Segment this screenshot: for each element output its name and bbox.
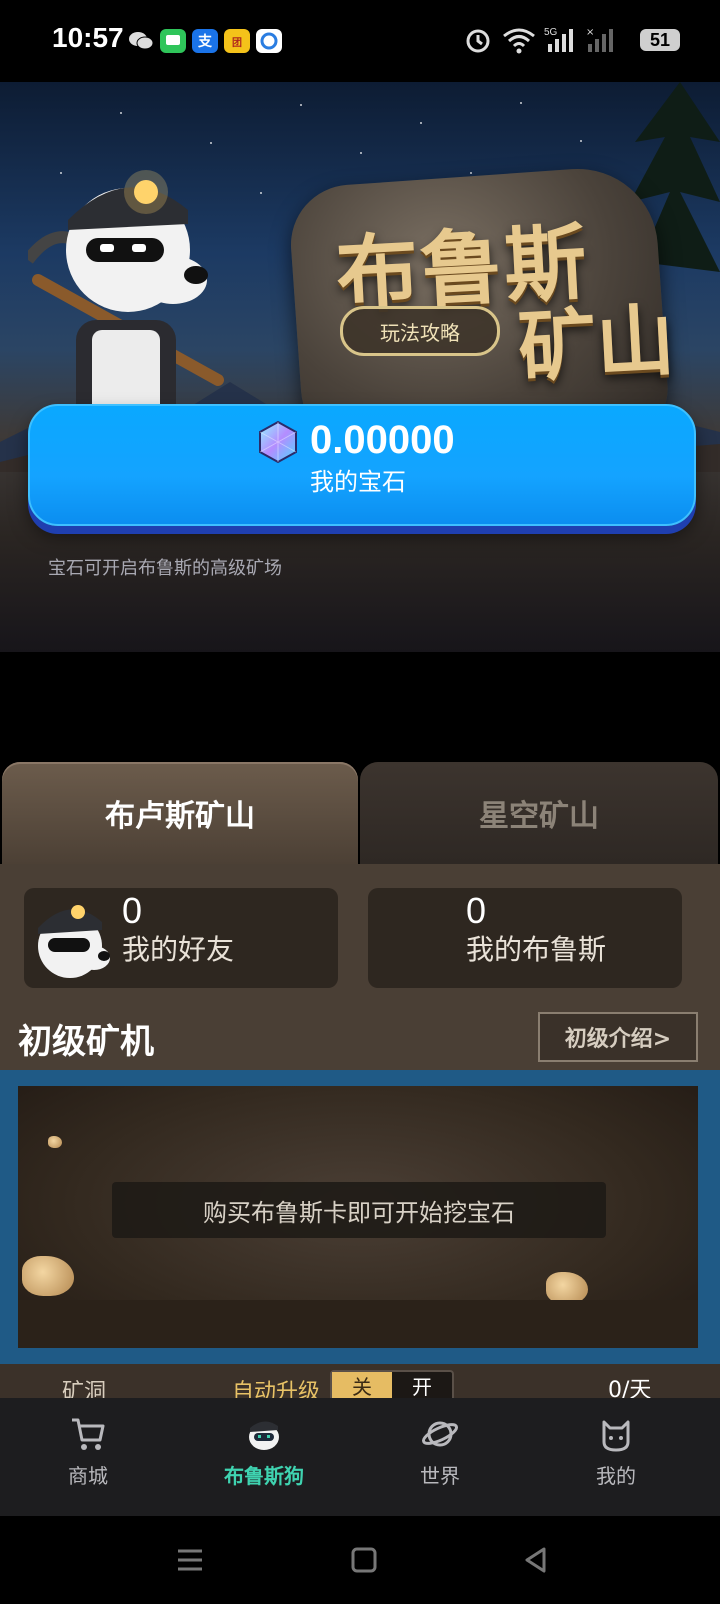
nav-label-bruce-dog: 布鲁斯狗 [224, 1464, 304, 1488]
my-bruce-card[interactable]: 0 我的布鲁斯 [368, 888, 682, 988]
nav-item-shop[interactable]: 商城 [28, 1414, 148, 1489]
home-icon[interactable] [350, 1546, 378, 1574]
friends-card[interactable]: 0 我的好友 [24, 888, 338, 988]
control-row: 矿洞 自动升级 关 开 0/天 [0, 1364, 720, 1405]
friends-count: 0 [122, 890, 143, 931]
security-icon [256, 29, 282, 53]
battery-indicator: 51 [640, 29, 680, 51]
app-icon: 团 [224, 29, 250, 53]
ore-left [22, 1256, 74, 1296]
mine-cave: 购买布鲁斯卡即可开始挖宝石 [18, 1086, 698, 1348]
mine-message: 购买布鲁斯卡即可开始挖宝石 [112, 1182, 606, 1238]
intro-button[interactable]: 初级介绍> [538, 1012, 698, 1062]
nav-label-shop: 商城 [68, 1464, 108, 1488]
my-gems-card[interactable]: 0.00000 我的宝石 [28, 404, 696, 526]
nav-item-profile[interactable]: 我的 [556, 1414, 676, 1489]
svg-text:×: × [586, 27, 594, 38]
gem-label: 我的宝石 [310, 468, 406, 496]
gem-hint: 宝石可开启布鲁斯的高级矿场 [48, 558, 282, 579]
bruce-count: 0 [466, 890, 487, 931]
signal-icon: 5G [544, 26, 578, 58]
hero-subtitle: 矿山 [516, 294, 677, 395]
tab-starry-mine[interactable]: 星空矿山 [360, 762, 718, 864]
alarm-icon [464, 26, 492, 58]
bruce-label: 我的布鲁斯 [466, 933, 607, 966]
gem-balance: 0.00000 [310, 418, 455, 462]
nav-label-profile: 我的 [596, 1464, 636, 1488]
clock: 10:57 [52, 22, 124, 53]
ore-small [48, 1136, 62, 1148]
profile-icon [602, 1420, 630, 1452]
gem-icon [259, 420, 297, 464]
bottom-nav: 商城 布鲁斯狗 世界 我的 [0, 1398, 720, 1516]
back-icon[interactable] [522, 1546, 550, 1574]
mine-floor [18, 1300, 698, 1348]
mine-scene: 购买布鲁斯卡即可开始挖宝石 [0, 1070, 720, 1364]
planet-icon [421, 1421, 459, 1447]
svg-text:5G: 5G [544, 27, 558, 38]
tab-bruce-mine[interactable]: 布卢斯矿山 [2, 762, 358, 864]
messages-icon [160, 29, 186, 53]
system-nav-bar [0, 1516, 720, 1604]
menu-icon[interactable] [176, 1546, 204, 1574]
divider-band [0, 652, 720, 762]
nav-item-world[interactable]: 世界 [380, 1414, 500, 1489]
hero-banner: 布鲁斯 矿山 玩法攻略 0.00000 我的宝石 宝石可开启布鲁斯的高级矿场 [0, 82, 720, 652]
wifi-icon [502, 26, 536, 58]
nav-item-bruce-dog[interactable]: 布鲁斯狗 [204, 1414, 324, 1489]
guide-button[interactable]: 玩法攻略 [340, 306, 500, 356]
section-title: 初级矿机 [18, 1022, 154, 1062]
dog-avatar [38, 905, 110, 978]
signal-2-icon: × [586, 26, 618, 58]
dog-icon [249, 1421, 279, 1450]
nav-label-world: 世界 [420, 1464, 460, 1488]
status-bar: 10:57 支 团 5G × 51 [0, 0, 720, 82]
cart-icon [72, 1418, 105, 1450]
mine-panel: 0 我的好友 0 我的布鲁斯 初级矿机 初级介绍> 购买布鲁斯卡即可开始挖宝石 … [0, 864, 720, 1405]
friends-label: 我的好友 [122, 933, 235, 966]
alipay-icon: 支 [192, 29, 218, 53]
wechat-icon [128, 29, 154, 53]
